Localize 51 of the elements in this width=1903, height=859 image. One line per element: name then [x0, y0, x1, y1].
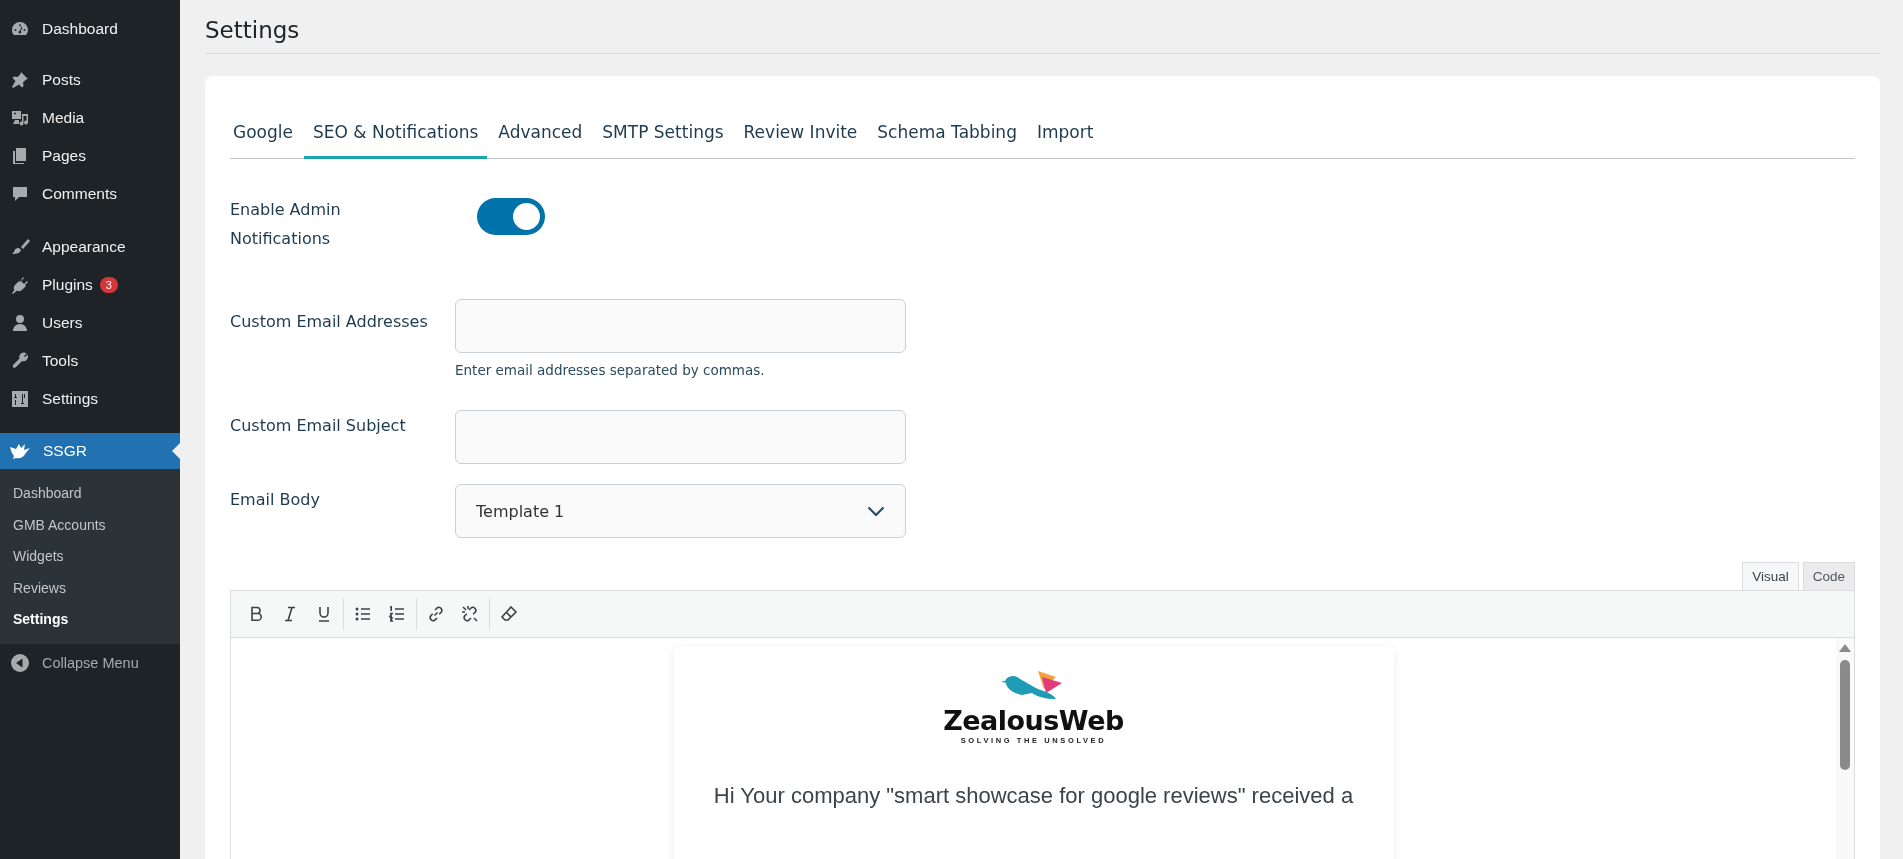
submenu-item[interactable]: Widgets: [0, 541, 180, 573]
submenu-item[interactable]: Reviews: [0, 572, 180, 604]
menu-item[interactable]: Comments: [0, 175, 180, 213]
field-label: Custom Email Subject: [230, 415, 407, 437]
help-text: Enter email addresses separated by commas.: [455, 362, 766, 378]
menu-item[interactable]: Appearance: [0, 228, 180, 266]
field-label: Enable Admin Notifications: [230, 199, 342, 250]
scroll-up-icon[interactable]: [1839, 643, 1851, 652]
email-text: Hi Your company "smart showcase for google reviews" received a: [713, 783, 1354, 809]
collapse-menu-button[interactable]: Collapse Menu: [0, 643, 180, 682]
field-label: Custom Email Addresses: [230, 311, 429, 333]
menu-icon: [10, 237, 30, 257]
menu-icon: [10, 184, 30, 204]
email-subject-field[interactable]: [455, 410, 906, 464]
submenu-item[interactable]: GMB Accounts: [0, 509, 180, 541]
logo-name: ZealousWeb: [943, 707, 1124, 734]
toggle-switch[interactable]: [477, 198, 545, 235]
tab[interactable]: Schema Tabbing: [868, 104, 1026, 159]
menu-item[interactable]: Settings: [0, 380, 180, 418]
menu-item[interactable]: Users: [0, 304, 180, 342]
menu-icon: [10, 313, 30, 333]
tab[interactable]: Review Invite: [734, 104, 867, 159]
tab[interactable]: Google: [230, 104, 302, 159]
menu-item[interactable]: SSGR: [0, 433, 180, 469]
page-title: Settings: [205, 0, 1880, 54]
tab[interactable]: SMTP Settings: [593, 104, 733, 159]
menu-item[interactable]: Plugins 3: [0, 266, 180, 304]
menu-item[interactable]: Dashboard: [0, 12, 180, 46]
menu-icon: [10, 389, 30, 409]
menu-item[interactable]: Posts: [0, 61, 180, 99]
menu-icon: [10, 351, 30, 371]
editor-tab[interactable]: Code: [1802, 562, 1855, 590]
collapse-icon: [10, 652, 30, 673]
tab[interactable]: Advanced: [489, 104, 592, 159]
scrollbar[interactable]: [1836, 638, 1854, 859]
field-label: Email Body: [230, 489, 321, 511]
chevron-down-icon: [867, 505, 885, 517]
template-dropdown[interactable]: Template 1: [455, 484, 906, 538]
email-addresses-field[interactable]: [455, 299, 906, 353]
menu-item[interactable]: Media: [0, 99, 180, 137]
count-badge: 3: [99, 277, 118, 293]
tab[interactable]: Import: [1027, 104, 1103, 159]
editor-tab[interactable]: Visual: [1742, 562, 1799, 590]
menu-icon: [10, 108, 30, 128]
menu-item[interactable]: Pages: [0, 137, 180, 175]
menu-item[interactable]: Tools: [0, 342, 180, 380]
submenu-item[interactable]: Settings: [0, 604, 180, 636]
menu-icon: [10, 70, 30, 90]
tab[interactable]: SEO & Notifications: [303, 104, 488, 159]
submenu-item[interactable]: Dashboard: [0, 478, 180, 510]
menu-icon: [10, 275, 30, 295]
